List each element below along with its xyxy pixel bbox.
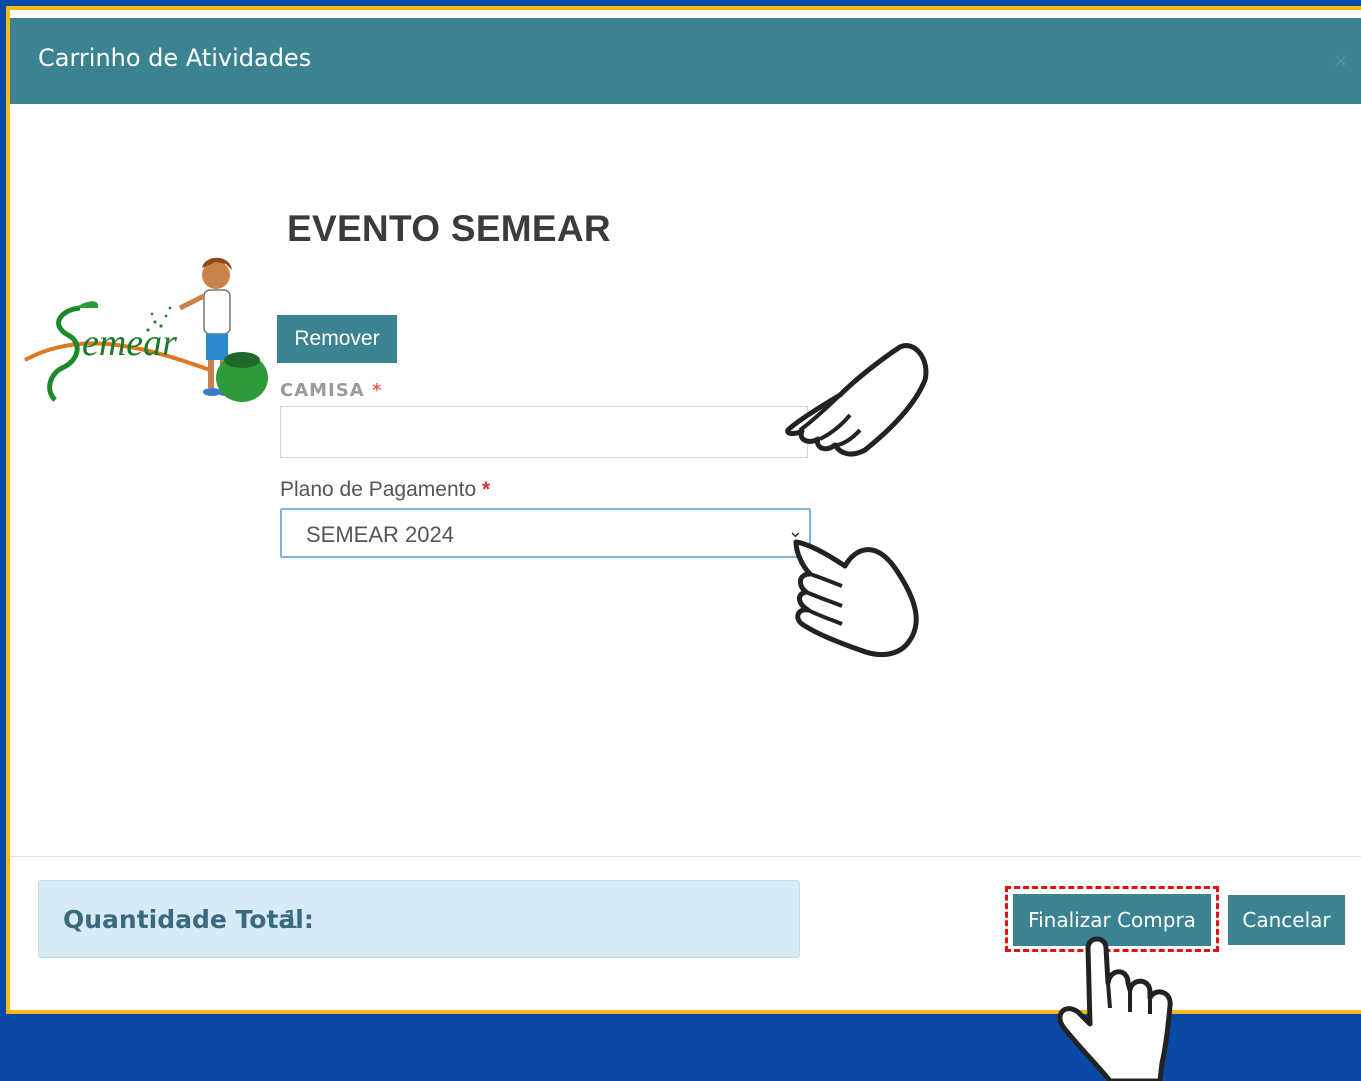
quantity-label: Quantidade Total:: [63, 905, 314, 934]
quantity-value: 1: [283, 905, 299, 934]
plano-label: Plano de Pagamento *: [280, 478, 490, 502]
logo-text: emear: [82, 322, 177, 364]
quantity-box: Quantidade Total: 1: [38, 880, 800, 958]
close-icon[interactable]: ×: [1334, 48, 1347, 74]
payment-plan-select[interactable]: SEMEAR 2024 ⌄: [280, 508, 811, 558]
plano-label-text: Plano de Pagamento: [280, 478, 477, 501]
pointing-hand-icon: [785, 343, 929, 457]
pointing-hand-icon: [793, 539, 919, 658]
camisa-input[interactable]: [280, 406, 808, 458]
event-title: EVENTO SEMEAR: [287, 208, 611, 249]
modal-body: [10, 104, 1361, 856]
remove-button[interactable]: Remover: [277, 315, 397, 363]
camisa-label: CAMISA *: [280, 380, 382, 401]
payment-plan-value: SEMEAR 2024: [306, 522, 454, 547]
modal-title: Carrinho de Atividades: [38, 44, 312, 72]
semear-logo-icon: emear: [24, 257, 268, 402]
modal-header: Carrinho de Atividades ×: [10, 18, 1361, 104]
camisa-label-text: CAMISA: [280, 380, 365, 401]
footer-divider: [10, 856, 1361, 857]
required-mark: *: [371, 380, 383, 401]
required-mark: *: [482, 478, 491, 501]
cancel-button[interactable]: Cancelar: [1228, 895, 1345, 945]
pointing-hand-icon: [1057, 936, 1173, 1081]
